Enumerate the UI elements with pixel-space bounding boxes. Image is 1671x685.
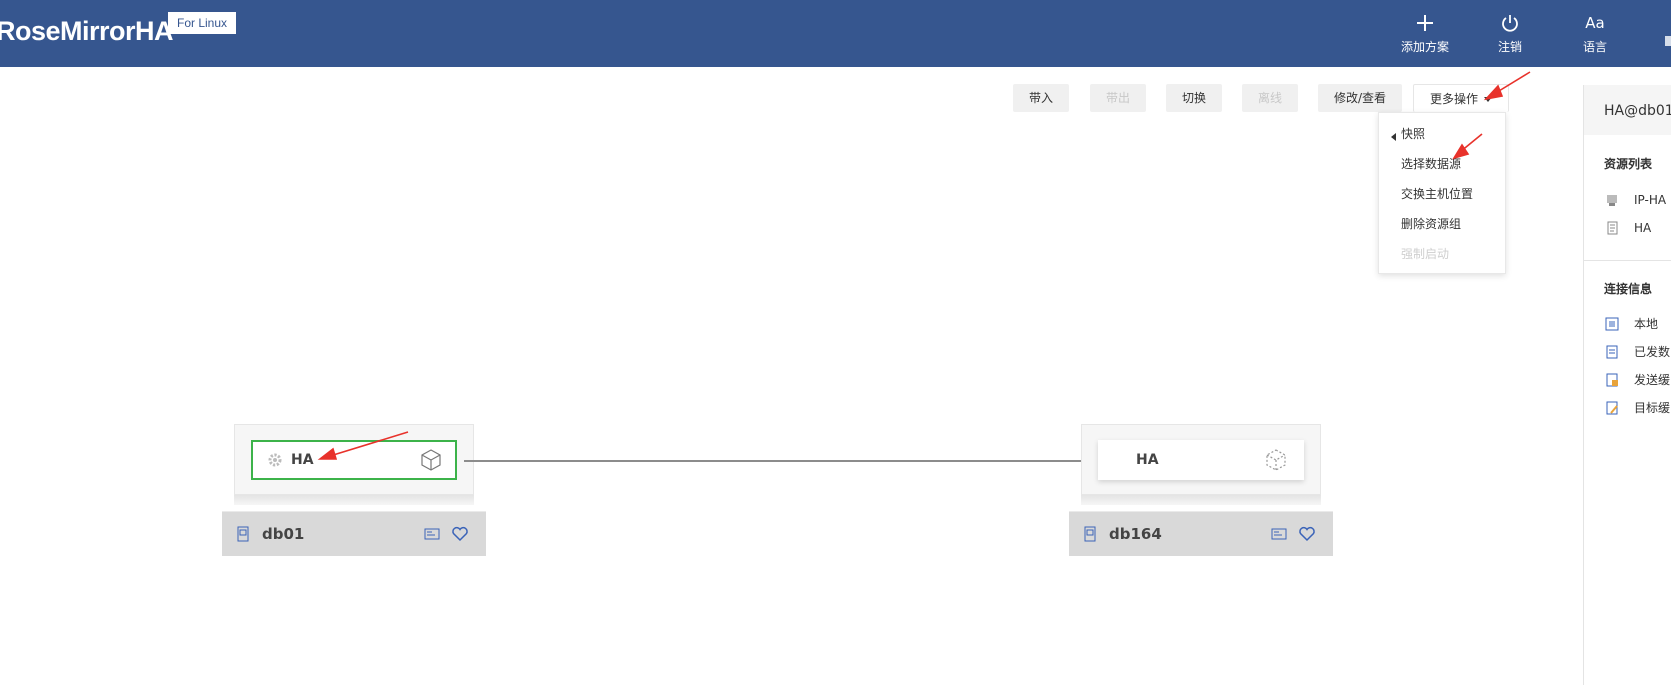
annotation-overlay [317, 71, 1531, 460]
annotation-arrow [317, 71, 1531, 460]
